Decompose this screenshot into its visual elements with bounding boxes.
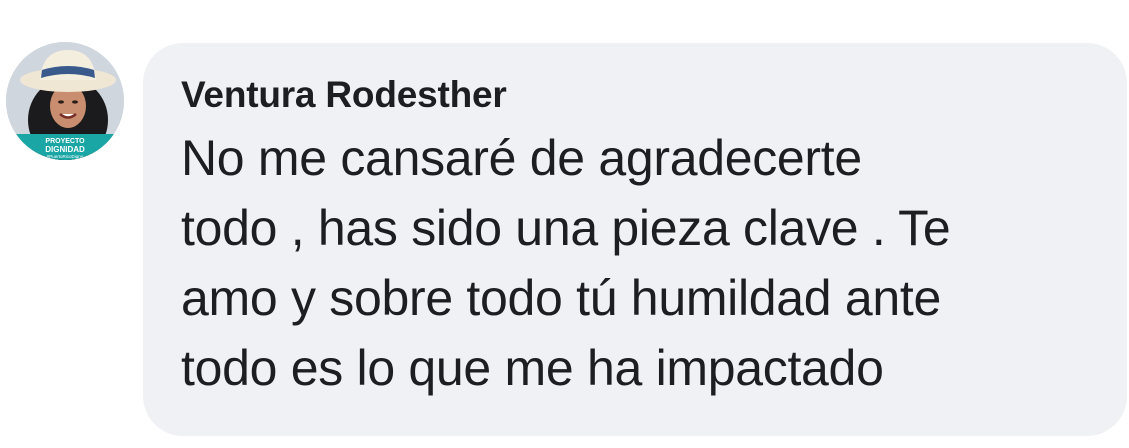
avatar[interactable]: PROYECTO DIGNIDAD #PuertoRicoDigno	[6, 42, 124, 160]
comment-line: amo y sobre todo tú humildad ante	[181, 270, 942, 326]
badge-line1: PROYECTO	[45, 138, 85, 145]
comment-thread: PROYECTO DIGNIDAD #PuertoRicoDigno Ventu…	[0, 0, 1129, 448]
comment-text: No me cansaré de agradecerte todo , has …	[181, 123, 1097, 403]
comment-line: todo es lo que me ha impactado	[181, 340, 884, 396]
badge-line2: DIGNIDAD	[45, 145, 85, 154]
comment-author[interactable]: Ventura Rodesther	[181, 73, 1097, 117]
comment-bubble: Ventura Rodesther No me cansaré de agrad…	[143, 43, 1127, 436]
comment-line: todo , has sido una pieza clave . Te	[181, 200, 951, 256]
badge-line3: #PuertoRicoDigno	[47, 154, 84, 159]
comment-line: No me cansaré de agradecerte	[181, 130, 862, 186]
profile-photo: PROYECTO DIGNIDAD #PuertoRicoDigno	[6, 42, 124, 160]
